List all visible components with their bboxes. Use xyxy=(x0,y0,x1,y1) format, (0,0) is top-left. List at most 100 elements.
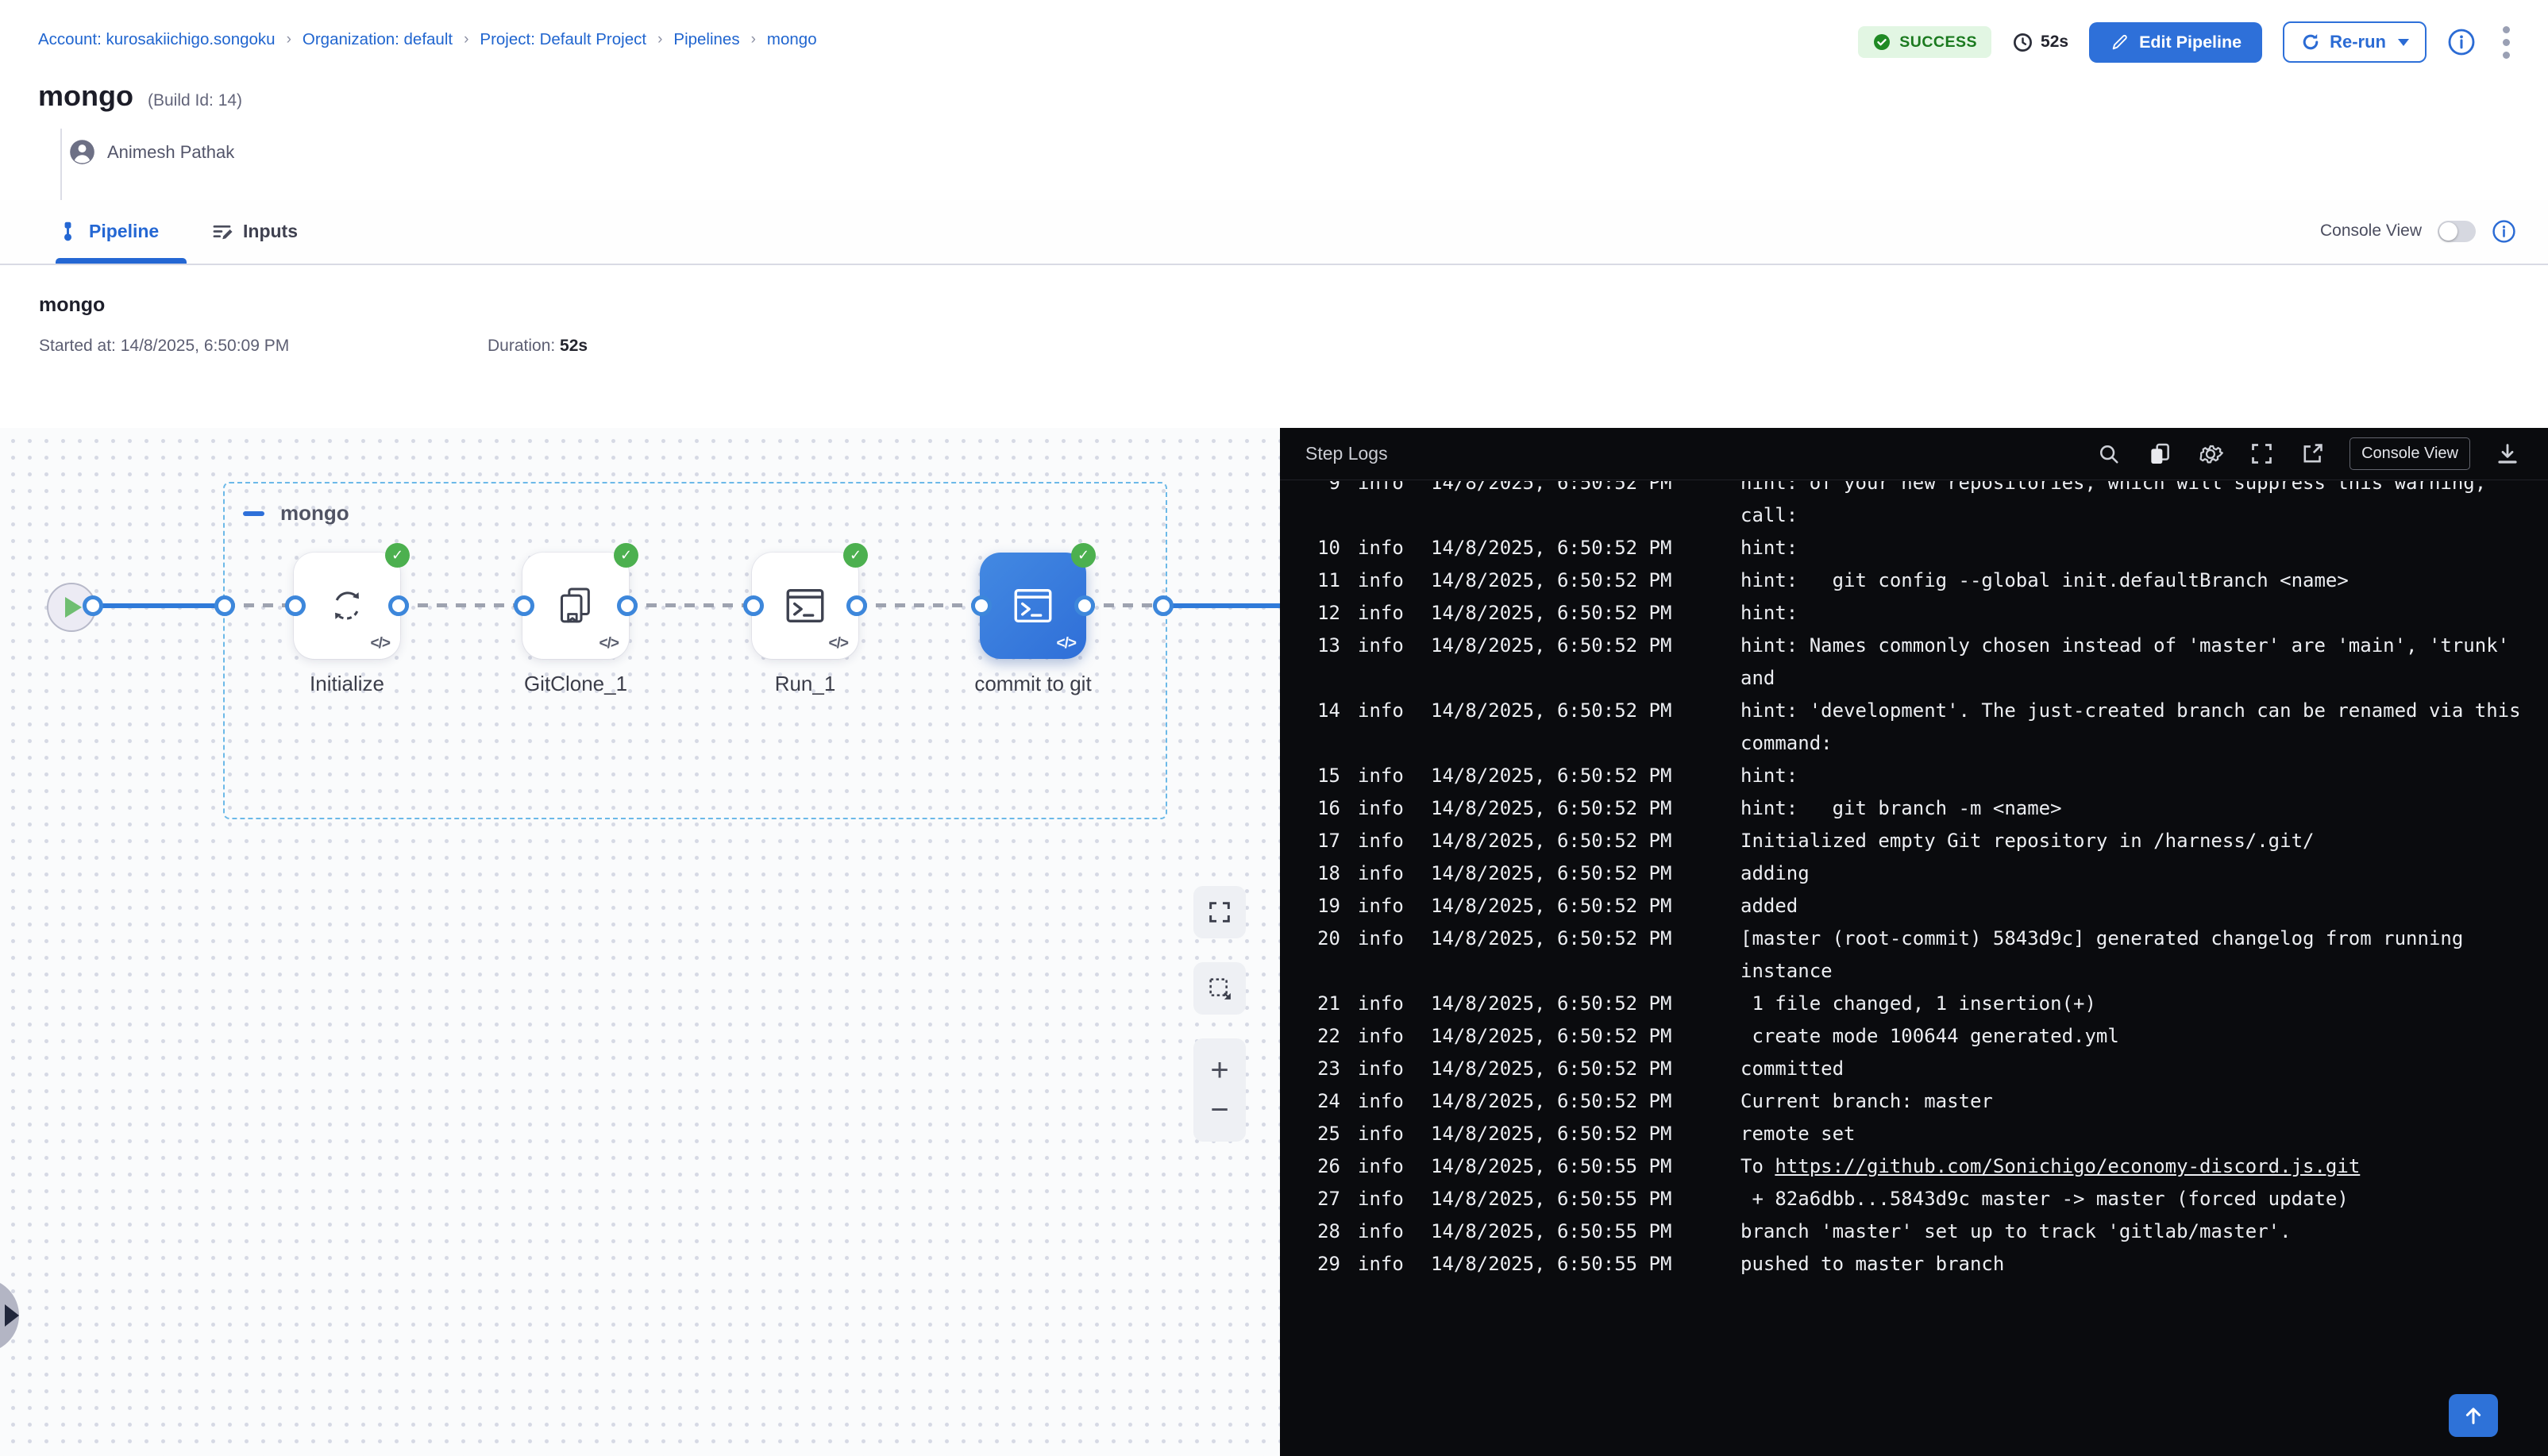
download-icon[interactable] xyxy=(2494,441,2521,468)
terminal-icon xyxy=(1010,583,1056,629)
connector-dot xyxy=(214,595,235,616)
log-output[interactable]: 9info14/8/2025, 6:50:52 PMhint: of your … xyxy=(1280,481,2548,1456)
refresh-icon xyxy=(325,584,369,628)
log-message: Initialized empty Git repository in /har… xyxy=(1740,825,2548,857)
clone-icon xyxy=(553,584,598,628)
stage-info-panel: mongo Started at: 14/8/2025, 6:50:09 PM … xyxy=(0,265,2548,429)
console-view-button[interactable]: Console View xyxy=(2349,437,2470,470)
connector-dot xyxy=(1074,595,1095,616)
settings-gear-icon[interactable] xyxy=(2197,441,2224,468)
breadcrumb-link[interactable]: Account: kurosakiichigo.songoku xyxy=(38,30,276,49)
log-line-number: 29 xyxy=(1294,1248,1340,1281)
breadcrumb-link[interactable]: Project: Default Project xyxy=(480,30,646,49)
stage-meta: Started at: 14/8/2025, 6:50:09 PM Durati… xyxy=(39,337,588,356)
log-message: [master (root-commit) 5843d9c] generated… xyxy=(1740,923,2548,988)
pipeline-step-gitclone_1[interactable]: ✓ </>GitClone_1 xyxy=(522,553,629,659)
log-line-number: 26 xyxy=(1294,1150,1340,1183)
scroll-to-top-button[interactable] xyxy=(2449,1394,2498,1437)
console-view-toggle[interactable] xyxy=(2438,221,2476,242)
active-tab-indicator xyxy=(56,258,187,264)
log-level: info xyxy=(1358,760,1401,792)
breadcrumb-link[interactable]: mongo xyxy=(767,30,817,49)
tab-inputs[interactable]: Inputs xyxy=(211,200,298,262)
log-row: 16info14/8/2025, 6:50:52 PMhint: git bra… xyxy=(1294,792,2548,825)
log-line-number: 21 xyxy=(1294,988,1340,1020)
log-level: info xyxy=(1358,1020,1401,1053)
stage-duration: Duration: 52s xyxy=(488,337,588,356)
author-name: Animesh Pathak xyxy=(107,142,234,163)
log-message: remote set xyxy=(1740,1118,2548,1150)
search-icon[interactable] xyxy=(2095,441,2122,468)
log-message: hint: xyxy=(1740,597,2548,630)
stage-name: mongo xyxy=(39,294,105,317)
fullscreen-icon[interactable] xyxy=(2248,441,2275,468)
log-row: 10info14/8/2025, 6:50:52 PMhint: xyxy=(1294,532,2548,564)
log-timestamp: 14/8/2025, 6:50:55 PM xyxy=(1431,1150,1677,1183)
log-line-number: 16 xyxy=(1294,792,1340,825)
log-row: 20info14/8/2025, 6:50:52 PM[master (root… xyxy=(1294,923,2548,988)
log-row: 21info14/8/2025, 6:50:52 PM 1 file chang… xyxy=(1294,988,2548,1020)
log-line-number: 17 xyxy=(1294,825,1340,857)
log-message: hint: of your new repositories, which wi… xyxy=(1740,481,2548,532)
collapse-icon[interactable] xyxy=(243,511,264,516)
play-icon xyxy=(65,597,82,618)
step-logs-panel: Step Logs Console View xyxy=(1280,428,2548,1456)
tab-pipeline[interactable]: Pipeline xyxy=(57,200,159,262)
log-line-number: 12 xyxy=(1294,597,1340,630)
status-text: SUCCESS xyxy=(1899,33,1977,52)
log-timestamp: 14/8/2025, 6:50:52 PM xyxy=(1431,1085,1677,1118)
edit-pipeline-button[interactable]: Edit Pipeline xyxy=(2089,22,2262,63)
log-message: create mode 100644 generated.yml xyxy=(1740,1020,2548,1053)
log-level: info xyxy=(1358,1150,1401,1183)
connector-dot xyxy=(388,595,409,616)
log-line-number: 18 xyxy=(1294,857,1340,890)
log-message: hint: git config --global init.defaultBr… xyxy=(1740,564,2548,597)
stage-group-header[interactable]: mongo xyxy=(243,501,349,526)
pipeline-canvas[interactable]: mongo ✓ </>Initialize ✓ </>GitClone_1 ✓ </… xyxy=(0,428,1280,1456)
info-icon[interactable] xyxy=(2447,28,2476,56)
status-badge: SUCCESS xyxy=(1858,26,1991,58)
more-options-menu[interactable] xyxy=(2496,23,2516,62)
log-row: 23info14/8/2025, 6:50:52 PMcommitted xyxy=(1294,1053,2548,1085)
zoom-out-button[interactable]: − xyxy=(1193,1084,1246,1135)
log-message: + 82a6dbb...5843d9c master -> master (fo… xyxy=(1740,1183,2548,1215)
log-message: hint: 'development'. The just-created br… xyxy=(1740,695,2548,760)
play-icon xyxy=(5,1304,19,1327)
log-url-link[interactable]: https://github.com/Sonichigo/economy-dis… xyxy=(1775,1155,2360,1177)
canvas-select-button[interactable] xyxy=(1193,962,1246,1015)
pencil-icon xyxy=(2110,33,2130,52)
pipeline-step-run_1[interactable]: ✓ </>Run_1 xyxy=(752,553,858,659)
log-timestamp: 14/8/2025, 6:50:52 PM xyxy=(1431,857,1677,890)
log-message: adding xyxy=(1740,857,2548,890)
log-level: info xyxy=(1358,1085,1401,1118)
log-line-number: 25 xyxy=(1294,1118,1340,1150)
step-logs-title: Step Logs xyxy=(1305,443,1388,464)
log-level: info xyxy=(1358,695,1401,760)
open-external-icon[interactable] xyxy=(2299,441,2326,468)
edge-connector xyxy=(399,603,524,607)
log-row: 24info14/8/2025, 6:50:52 PMCurrent branc… xyxy=(1294,1085,2548,1118)
copy-icon[interactable] xyxy=(2146,441,2173,468)
info-icon[interactable] xyxy=(2492,219,2516,244)
edge-connector xyxy=(1085,603,1163,607)
log-timestamp: 14/8/2025, 6:50:52 PM xyxy=(1431,532,1677,564)
log-row: 27info14/8/2025, 6:50:55 PM + 82a6dbb...… xyxy=(1294,1183,2548,1215)
expand-panel-handle[interactable] xyxy=(0,1278,19,1353)
pipeline-step-commit-to-git[interactable]: ✓ </>commit to git xyxy=(980,553,1086,659)
step-label: Run_1 xyxy=(775,672,836,696)
rerun-button[interactable]: Re-run xyxy=(2283,21,2427,63)
connector-dot xyxy=(743,595,764,616)
breadcrumb-separator: › xyxy=(464,31,468,48)
log-message: pushed to master branch xyxy=(1740,1248,2548,1281)
log-line-number: 11 xyxy=(1294,564,1340,597)
success-check-icon xyxy=(1872,33,1891,52)
canvas-fullscreen-button[interactable] xyxy=(1193,886,1246,938)
breadcrumb-link[interactable]: Pipelines xyxy=(673,30,739,49)
log-timestamp: 14/8/2025, 6:50:52 PM xyxy=(1431,630,1677,695)
pipeline-step-initialize[interactable]: ✓ </>Initialize xyxy=(294,553,400,659)
log-message: hint: Names commonly chosen instead of '… xyxy=(1740,630,2548,695)
log-timestamp: 14/8/2025, 6:50:52 PM xyxy=(1431,564,1677,597)
log-line-number: 10 xyxy=(1294,532,1340,564)
log-row: 19info14/8/2025, 6:50:52 PMadded xyxy=(1294,890,2548,923)
breadcrumb-link[interactable]: Organization: default xyxy=(303,30,453,49)
